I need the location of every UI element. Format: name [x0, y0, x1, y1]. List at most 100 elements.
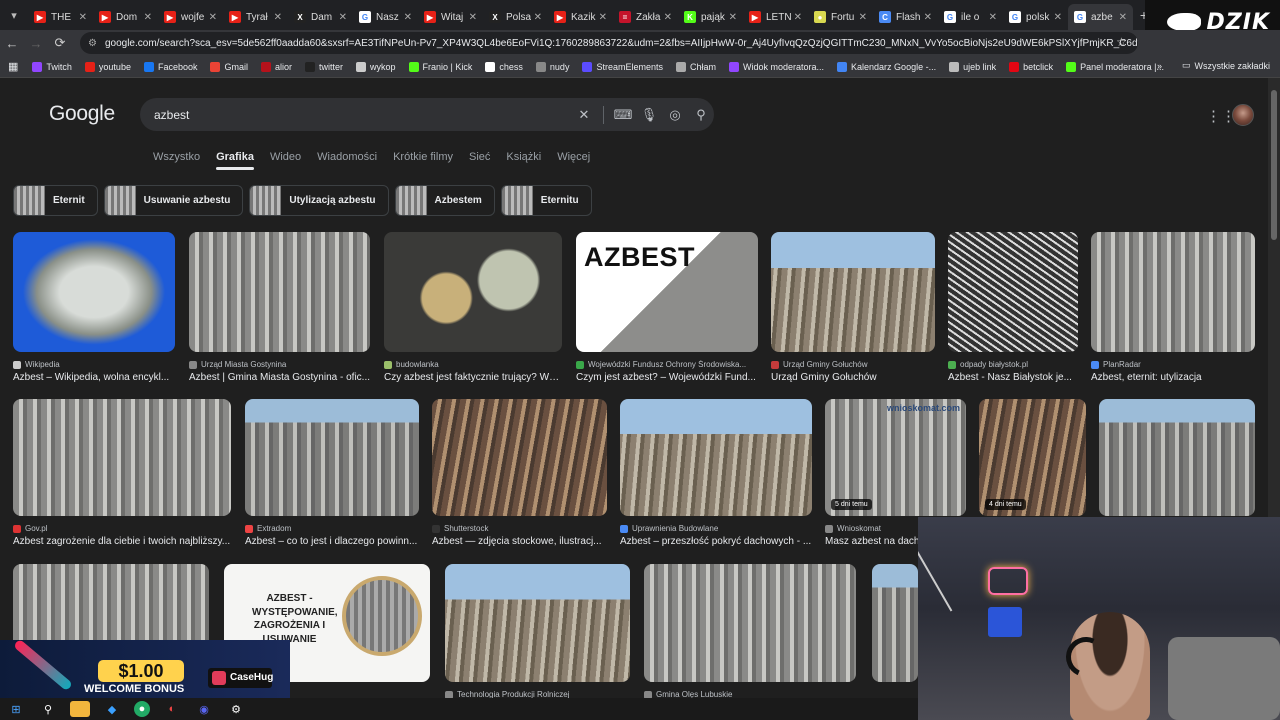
- bookmark-item[interactable]: Panel moderatora |...: [1066, 61, 1164, 72]
- related-chip[interactable]: Utylizacją azbestu: [249, 185, 389, 216]
- keyboard-icon[interactable]: ⌨: [610, 107, 636, 123]
- image-result[interactable]: odpady białystok.pl Azbest - Nasz Białyst…: [948, 232, 1078, 383]
- image-result[interactable]: 4 dni temu: [979, 399, 1086, 516]
- apps-grid-icon[interactable]: ▦: [8, 60, 18, 73]
- image-result[interactable]: Wikipedia Azbest – Wikipedia, wolna encyk…: [13, 232, 175, 383]
- result-thumbnail[interactable]: [872, 564, 918, 682]
- tab-close-icon[interactable]: ✕: [274, 12, 282, 23]
- result-title[interactable]: Azbest | Gmina Miasta Gostynina - ofic..…: [189, 372, 370, 383]
- tab-close-icon[interactable]: ✕: [859, 12, 867, 23]
- result-thumbnail[interactable]: [445, 564, 630, 682]
- bookmarks-more-button[interactable]: »: [1157, 61, 1162, 71]
- bookmark-item[interactable]: Twitch: [32, 61, 72, 72]
- search-tab[interactable]: Więcej: [557, 151, 590, 170]
- search-icon[interactable]: ⚲: [688, 107, 714, 123]
- result-title[interactable]: Azbest – przeszłość pokryć dachowych - .…: [620, 536, 812, 547]
- bookmark-item[interactable]: Chłam: [675, 61, 716, 72]
- clear-search-icon[interactable]: ✕: [571, 107, 597, 123]
- bookmark-item[interactable]: nudy: [535, 61, 569, 72]
- vscode-icon[interactable]: ◆: [102, 701, 122, 717]
- image-result[interactable]: Gov.pl Azbest zagrożenie dla ciebie i two…: [13, 399, 231, 547]
- image-result[interactable]: AZBEST Wojewódzki Fundusz Ochrony Środowi…: [576, 232, 758, 383]
- result-source[interactable]: Technologia Produkcji Rolniczej: [445, 690, 630, 698]
- all-bookmarks-button[interactable]: Wszystkie zakładki: [1194, 61, 1270, 71]
- image-result[interactable]: PlanRadar Azbest, eternit: utylizacja: [1091, 232, 1255, 383]
- browser-tab[interactable]: = Zakła ✕: [613, 4, 678, 30]
- result-title[interactable]: Azbest zagrożenie dla ciebie i twoich na…: [13, 536, 231, 547]
- bookmark-item[interactable]: ujeb link: [949, 61, 996, 72]
- result-thumbnail[interactable]: [13, 399, 231, 516]
- bookmark-item[interactable]: Kalendarz Google -...: [837, 61, 936, 72]
- search-tab[interactable]: Grafika: [216, 151, 254, 170]
- result-thumbnail[interactable]: [384, 232, 562, 352]
- settings-icon[interactable]: ⚙: [226, 701, 246, 717]
- bookmark-star-icon[interactable]: ☆: [1116, 35, 1127, 49]
- tab-close-icon[interactable]: ✕: [664, 12, 672, 23]
- search-taskbar-icon[interactable]: ⚲: [38, 701, 58, 717]
- result-source[interactable]: PlanRadar: [1091, 360, 1255, 369]
- browser-tab[interactable]: ▶ THE ✕: [28, 4, 93, 30]
- browser-tab[interactable]: X Polsa ✕: [483, 4, 548, 30]
- search-tab[interactable]: Wideo: [270, 151, 301, 170]
- search-tab[interactable]: Wszystko: [153, 151, 200, 170]
- image-result[interactable]: Gmina Olęs Lubuskie: [644, 564, 856, 698]
- result-thumbnail[interactable]: [948, 232, 1078, 352]
- result-title[interactable]: Azbest — zdjęcia stockowe, ilustracj...: [432, 536, 607, 547]
- tab-close-icon[interactable]: ✕: [534, 12, 542, 23]
- result-title[interactable]: Azbest – Wikipedia, wolna encykl...: [13, 372, 175, 383]
- tab-close-icon[interactable]: ✕: [404, 12, 412, 23]
- browser-tab[interactable]: G Nasz ✕: [353, 4, 418, 30]
- result-source[interactable]: Wikipedia: [13, 360, 175, 369]
- bookmark-item[interactable]: Widok moderatora...: [729, 61, 824, 72]
- search-input[interactable]: azbest: [154, 108, 571, 122]
- bookmark-item[interactable]: youtube: [84, 61, 131, 72]
- result-source[interactable]: budowlanka: [384, 360, 562, 369]
- bookmark-item[interactable]: StreamElements: [582, 61, 663, 72]
- tab-close-icon[interactable]: ✕: [924, 12, 932, 23]
- avatar[interactable]: [1232, 104, 1254, 126]
- result-source[interactable]: Shutterstock: [432, 524, 607, 533]
- result-thumbnail[interactable]: 4 dni temu: [979, 399, 1086, 516]
- image-result[interactable]: Technologia Produkcji Rolniczej: [445, 564, 630, 698]
- tab-close-icon[interactable]: ✕: [729, 12, 737, 23]
- result-thumbnail[interactable]: [1091, 232, 1255, 352]
- bookmark-item[interactable]: chess: [485, 61, 523, 72]
- lens-icon[interactable]: ◎: [662, 107, 688, 123]
- browser-tab[interactable]: ▶ Tyrał ✕: [223, 4, 288, 30]
- tab-close-icon[interactable]: ✕: [1119, 12, 1127, 23]
- result-source[interactable]: Uprawnienia Budowlane: [620, 524, 812, 533]
- result-thumbnail[interactable]: [620, 399, 812, 516]
- windows-start-icon[interactable]: ⊞: [6, 701, 26, 717]
- browser-tab[interactable]: Gile o ✕: [938, 4, 1003, 30]
- browser-tab[interactable]: ▶ wojfe ✕: [158, 4, 223, 30]
- microphone-icon[interactable]: 🎙: [636, 107, 662, 123]
- bookmark-item[interactable]: Franio | Kick: [408, 61, 472, 72]
- result-source[interactable]: Gmina Olęs Lubuskie: [644, 690, 856, 698]
- result-title[interactable]: Azbest – co to jest i dlaczego powinn...: [245, 536, 419, 547]
- result-title[interactable]: Azbest - Nasz Białystok je...: [948, 372, 1078, 383]
- result-thumbnail[interactable]: [1099, 399, 1255, 516]
- related-chip[interactable]: Eternit: [13, 185, 98, 216]
- result-thumbnail[interactable]: AZBEST: [576, 232, 758, 352]
- result-source[interactable]: Urząd Miasta Gostynina: [189, 360, 370, 369]
- address-bar[interactable]: ⚙ google.com/search?sca_esv=5de562ff0aad…: [80, 32, 1138, 54]
- tab-close-icon[interactable]: ✕: [794, 12, 802, 23]
- search-tab[interactable]: Sieć: [469, 151, 490, 170]
- browser-tab[interactable]: C Flash ✕: [873, 4, 938, 30]
- site-info-icon[interactable]: ⚙: [88, 38, 97, 49]
- result-source[interactable]: Urząd Gminy Gołuchów: [771, 360, 935, 369]
- result-source[interactable]: odpady białystok.pl: [948, 360, 1078, 369]
- explorer-icon[interactable]: [70, 701, 90, 717]
- bookmark-item[interactable]: wykop: [356, 61, 396, 72]
- browser-tab[interactable]: X Dam ✕: [288, 4, 353, 30]
- result-thumbnail[interactable]: [13, 232, 175, 352]
- related-chip[interactable]: Azbestem: [394, 185, 495, 216]
- search-box[interactable]: azbest ✕ ⌨ 🎙 ◎ ⚲: [140, 98, 714, 131]
- image-result[interactable]: budowlanka Czy azbest jest faktycznie tru…: [384, 232, 562, 383]
- image-result[interactable]: [872, 564, 918, 682]
- result-thumbnail[interactable]: [245, 399, 419, 516]
- search-tab[interactable]: Wiadomości: [317, 151, 377, 170]
- app-icon[interactable]: ◐: [162, 701, 182, 717]
- image-result[interactable]: [1099, 399, 1255, 516]
- search-tab[interactable]: Książki: [506, 151, 541, 170]
